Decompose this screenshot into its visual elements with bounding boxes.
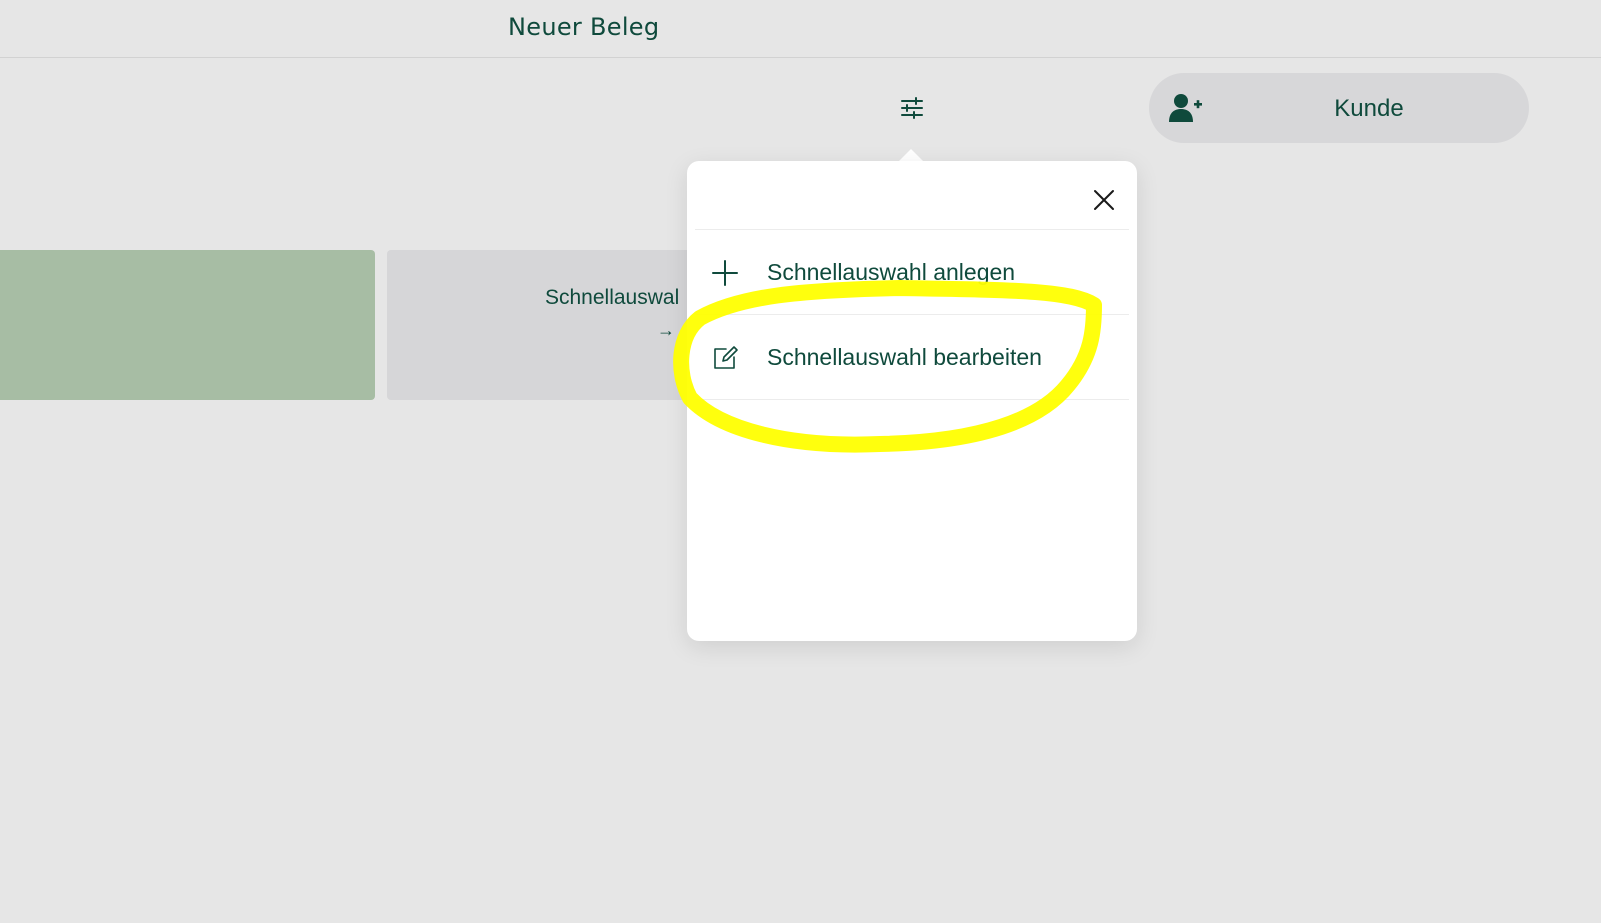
close-icon[interactable]: [1091, 187, 1117, 213]
quick-select-popover: Schnellauswahl anlegen Schnellauswahl be…: [687, 161, 1137, 641]
create-quick-select-item[interactable]: Schnellauswahl anlegen: [687, 230, 1137, 314]
plus-icon: [711, 259, 739, 287]
edit-quick-select-label: Schnellauswahl bearbeiten: [767, 344, 1042, 370]
quick-select-tile[interactable]: Schnellauswal →: [387, 250, 707, 400]
edit-quick-select-item[interactable]: Schnellauswahl bearbeiten: [687, 315, 1137, 399]
page-title: Neuer Beleg: [508, 13, 660, 41]
sliders-icon[interactable]: [896, 92, 928, 124]
edit-icon: [711, 344, 739, 372]
product-tile[interactable]: [0, 250, 375, 400]
top-bar: Neuer Beleg: [0, 0, 1601, 58]
quick-select-tile-label: Schnellauswal: [545, 286, 680, 309]
arrow-right-icon: →: [657, 320, 675, 340]
create-quick-select-label: Schnellauswahl anlegen: [767, 259, 1016, 285]
divider: [695, 399, 1129, 400]
add-customer-button[interactable]: Kunde: [1149, 73, 1529, 143]
add-user-icon: [1167, 90, 1203, 126]
customer-button-label: Kunde: [1334, 95, 1404, 122]
